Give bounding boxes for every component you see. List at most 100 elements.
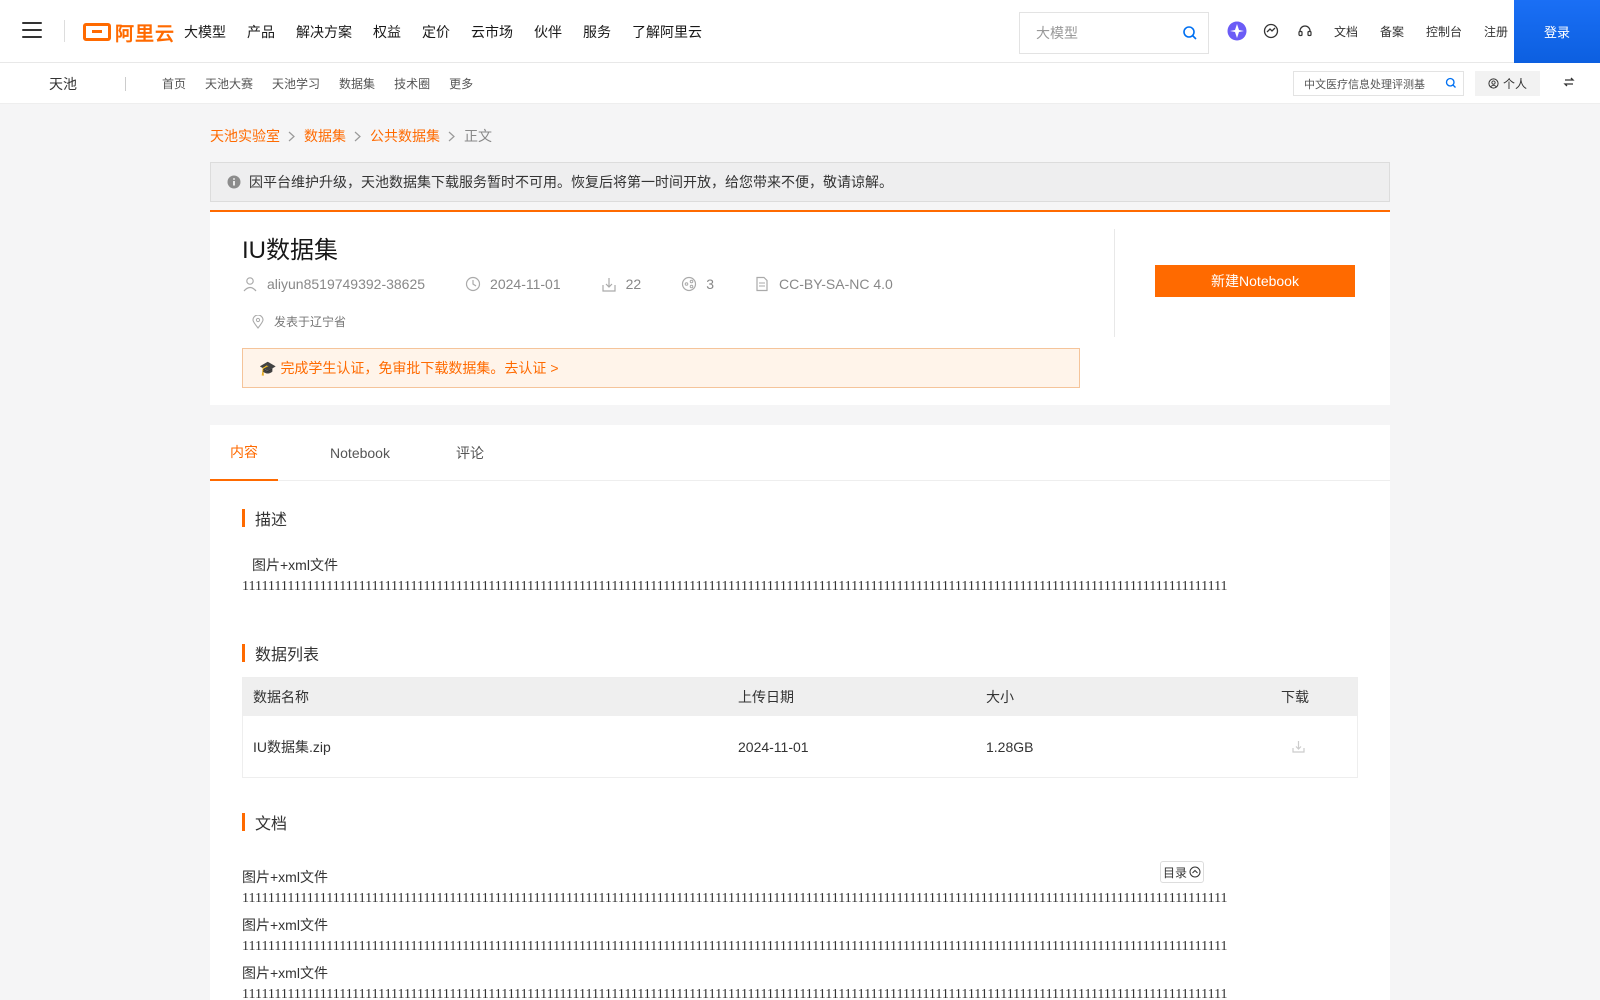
publish-date: 2024-11-01 <box>490 276 561 292</box>
student-auth-banner[interactable]: 🎓 完成学生认证，免审批下载数据集。去认证 > <box>242 348 1080 388</box>
breadcrumb-datasets[interactable]: 数据集 <box>304 126 346 146</box>
chevron-right-icon <box>354 130 362 142</box>
sub-nav-learning[interactable]: 天池学习 <box>272 75 320 92</box>
data-list-table: 数据名称 上传日期 大小 下载 IU数据集.zip 2024-11-01 1.2… <box>242 677 1358 778</box>
meta-author[interactable]: aliyun8519749392-38625 <box>242 276 425 292</box>
download-icon[interactable] <box>1292 740 1305 756</box>
file-name: IU数据集.zip <box>253 738 331 755</box>
nav-item-solutions[interactable]: 解决方案 <box>296 22 352 42</box>
student-auth-text: 完成学生认证，免审批下载数据集。去认证 > <box>280 360 559 376</box>
search-icon[interactable] <box>1445 77 1457 89</box>
table-header-row: 数据名称 上传日期 大小 下载 <box>243 678 1357 716</box>
data-list-heading: 数据列表 <box>242 641 319 665</box>
location-text: 发表于辽宁省 <box>274 315 347 329</box>
col-size-header: 大小 <box>986 689 1014 705</box>
header-search-input[interactable] <box>1020 13 1170 53</box>
personal-button[interactable]: 个人 <box>1475 71 1540 96</box>
user-icon <box>243 277 257 292</box>
tab-comments[interactable]: 评论 <box>450 425 490 481</box>
nav-item-products[interactable]: 产品 <box>247 22 275 42</box>
meta-license: CC-BY-SA-NC 4.0 <box>754 276 893 292</box>
doc-ones: 1111111111111111111111111111111111111111… <box>242 891 1228 906</box>
document-icon <box>756 276 768 292</box>
console-link[interactable]: 控制台 <box>1426 23 1462 40</box>
heading-accent-bar <box>242 813 245 831</box>
breadcrumb: 天池实验室 数据集 公共数据集 正文 <box>210 126 492 146</box>
new-notebook-button[interactable]: 新建Notebook <box>1155 265 1355 297</box>
nav-item-partners[interactable]: 伙伴 <box>534 22 562 42</box>
toc-button[interactable]: 目录 <box>1160 861 1204 883</box>
col-download-header: 下载 <box>1281 689 1309 705</box>
tianchi-title[interactable]: 天池 <box>49 74 77 94</box>
sub-nav: 首页 天池大赛 天池学习 数据集 技术圈 更多 <box>162 63 492 103</box>
support-headset-icon[interactable] <box>1294 20 1316 42</box>
sub-header: 天池 首页 天池大赛 天池学习 数据集 技术圈 更多 个人 <box>0 63 1600 104</box>
hamburger-menu-icon[interactable] <box>22 22 42 40</box>
docs-link[interactable]: 文档 <box>1334 23 1358 40</box>
dataset-title: IU数据集 <box>242 237 338 264</box>
description-text: 图片+xml文件 <box>252 557 338 573</box>
ai-assistant-icon[interactable] <box>1226 20 1248 42</box>
login-button[interactable]: 登录 <box>1514 0 1600 63</box>
nav-item-marketplace[interactable]: 云市场 <box>471 22 513 42</box>
doc-label: 图片+xml文件 <box>242 869 328 885</box>
doc-label: 图片+xml文件 <box>242 965 328 981</box>
col-date-header: 上传日期 <box>738 689 794 705</box>
clock-icon <box>465 276 481 292</box>
sub-nav-more[interactable]: 更多 <box>449 75 473 92</box>
meta-date: 2024-11-01 <box>465 276 561 292</box>
register-link[interactable]: 注册 <box>1484 23 1508 40</box>
nav-item-about[interactable]: 了解阿里云 <box>632 22 702 42</box>
header-links: 文档 备案 控制台 注册 <box>1334 0 1530 63</box>
card-divider <box>1114 229 1115 337</box>
sub-nav-home[interactable]: 首页 <box>162 75 186 92</box>
user-circle-icon <box>1488 78 1499 89</box>
table-row: IU数据集.zip 2024-11-01 1.28GB <box>243 716 1357 777</box>
main-nav: 大模型 产品 解决方案 权益 定价 云市场 伙伴 服务 了解阿里云 <box>184 0 723 63</box>
sub-nav-datasets[interactable]: 数据集 <box>339 75 375 92</box>
location-pin-icon <box>252 314 264 329</box>
graduation-cap-icon: 🎓 <box>259 359 277 376</box>
aliyun-logo-icon <box>83 23 111 41</box>
tab-notebook[interactable]: Notebook <box>320 425 400 481</box>
docs-heading: 文档 <box>242 810 287 834</box>
nav-item-models[interactable]: 大模型 <box>184 22 226 42</box>
location-row: 发表于辽宁省 <box>252 313 346 330</box>
breadcrumb-lab[interactable]: 天池实验室 <box>210 126 280 146</box>
meta-shares: 3 <box>681 276 714 292</box>
switch-icon[interactable] <box>1563 76 1575 88</box>
heading-accent-bar <box>242 644 245 662</box>
description-heading: 描述 <box>242 506 287 530</box>
sub-search-input[interactable] <box>1294 72 1434 95</box>
toc-label: 目录 <box>1162 865 1187 880</box>
download-count: 22 <box>625 276 642 292</box>
icp-link[interactable]: 备案 <box>1380 23 1404 40</box>
chevron-right-icon <box>288 130 296 142</box>
share-icon <box>682 276 697 292</box>
chevron-up-circle-icon <box>1189 866 1201 878</box>
sub-nav-tech-circle[interactable]: 技术圈 <box>394 75 430 92</box>
breadcrumb-current: 正文 <box>464 128 492 144</box>
nav-item-services[interactable]: 服务 <box>583 22 611 42</box>
top-header: 阿里云 大模型 产品 解决方案 权益 定价 云市场 伙伴 服务 了解阿里云 文档… <box>0 0 1600 63</box>
description-heading-text: 描述 <box>255 512 288 529</box>
col-name-header: 数据名称 <box>253 689 309 705</box>
maintenance-notice: 因平台维护升级，天池数据集下载服务暂时不可用。恢复后将第一时间开放，给您带来不便… <box>210 162 1390 202</box>
file-date: 2024-11-01 <box>738 738 809 755</box>
dataset-card: IU数据集 aliyun8519749392-38625 2024-11-01 … <box>210 210 1390 405</box>
chevron-right-icon <box>448 130 456 142</box>
breadcrumb-public-datasets[interactable]: 公共数据集 <box>370 126 440 146</box>
tab-content[interactable]: 内容 <box>210 425 278 481</box>
sub-search <box>1293 71 1464 96</box>
header-icon-group <box>1226 20 1328 42</box>
meta-downloads: 22 <box>601 276 642 292</box>
sub-nav-competitions[interactable]: 天池大赛 <box>205 75 253 92</box>
nav-item-pricing[interactable]: 定价 <box>422 22 450 42</box>
activity-icon[interactable] <box>1260 20 1282 42</box>
search-icon[interactable] <box>1182 25 1198 41</box>
content-panel: 描述 图片+xml文件 1111111111111111111111111111… <box>210 481 1390 1000</box>
aliyun-logo[interactable]: 阿里云 <box>83 20 175 45</box>
nav-item-benefits[interactable]: 权益 <box>373 22 401 42</box>
description-ones: 1111111111111111111111111111111111111111… <box>242 579 1228 594</box>
personal-label: 个人 <box>1502 77 1527 91</box>
